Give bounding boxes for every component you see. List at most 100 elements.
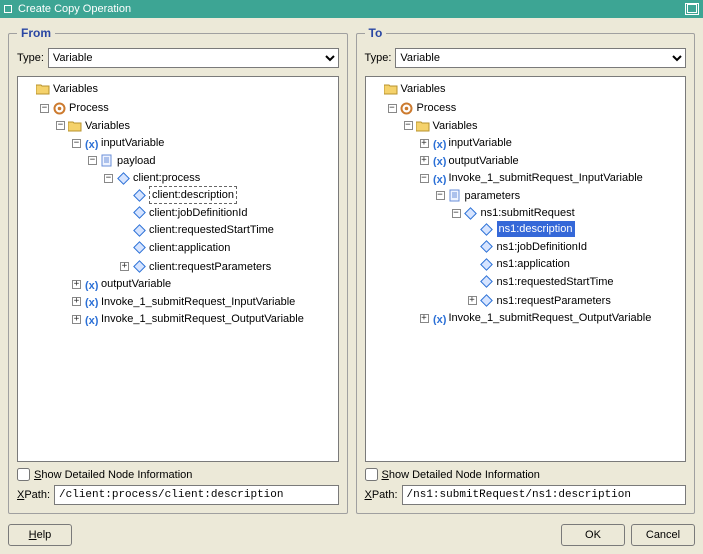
diamond-icon (132, 241, 146, 255)
page-icon (448, 189, 462, 203)
collapse-toggle[interactable]: − (388, 104, 397, 113)
expand-toggle[interactable]: + (120, 262, 129, 271)
expand-toggle[interactable]: + (72, 315, 81, 324)
expand-toggle[interactable]: + (420, 314, 429, 323)
diamond-icon (132, 223, 146, 237)
tree-label-selected[interactable]: client:description (149, 186, 237, 204)
tree-label[interactable]: Invoke_1_submitRequest_InputVariable (101, 294, 295, 310)
from-xpath-label: XPath: (17, 489, 50, 501)
diamond-icon (480, 240, 494, 254)
expand-toggle[interactable]: + (72, 297, 81, 306)
to-type-select[interactable]: Variable (395, 48, 686, 68)
tree-label[interactable]: Invoke_1_submitRequest_InputVariable (449, 170, 643, 186)
tree-label[interactable]: outputVariable (449, 153, 519, 169)
tree-label: Variables (85, 118, 130, 134)
collapse-toggle[interactable]: − (56, 121, 65, 130)
xvar-icon: (x) (84, 312, 98, 326)
tree-label[interactable]: client:requestParameters (149, 259, 271, 275)
collapse-toggle[interactable]: − (72, 139, 81, 148)
collapse-toggle[interactable]: − (404, 121, 413, 130)
collapse-toggle[interactable]: − (104, 174, 113, 183)
collapse-toggle[interactable]: − (40, 104, 49, 113)
from-legend: From (17, 26, 55, 40)
tree-label[interactable]: client:jobDefinitionId (149, 205, 247, 221)
diamond-icon (132, 206, 146, 220)
from-type-label: Type: (17, 52, 44, 64)
to-legend: To (365, 26, 387, 40)
to-xpath-label: XPath: (365, 489, 398, 501)
folder-icon (384, 82, 398, 96)
diamond-icon (480, 222, 494, 236)
collapse-toggle[interactable]: − (452, 209, 461, 218)
expand-toggle[interactable]: + (468, 296, 477, 305)
tree-label[interactable]: ns1:submitRequest (481, 205, 575, 221)
xvar-icon: (x) (84, 295, 98, 309)
tree-label[interactable]: ns1:requestedStartTime (497, 274, 614, 290)
to-show-detailed-label: Show Detailed Node Information (382, 469, 540, 481)
page-icon (100, 154, 114, 168)
svg-text:(x): (x) (433, 139, 446, 150)
tree-label: Process (417, 100, 457, 116)
diamond-icon (480, 257, 494, 271)
tree-label: Variables (53, 81, 98, 97)
tree-label[interactable]: ns1:jobDefinitionId (497, 239, 588, 255)
tree-label[interactable]: Invoke_1_submitRequest_OutputVariable (101, 311, 304, 327)
tree-label[interactable]: Invoke_1_submitRequest_OutputVariable (449, 310, 652, 326)
from-xpath-input[interactable] (54, 485, 338, 505)
xvar-icon: (x) (432, 311, 446, 325)
diamond-icon (480, 294, 494, 308)
to-show-detailed-checkbox[interactable] (365, 468, 378, 481)
collapse-toggle[interactable]: − (420, 174, 429, 183)
svg-text:(x): (x) (433, 156, 446, 167)
tree-label[interactable]: inputVariable (449, 135, 512, 151)
tree-label: Variables (433, 118, 478, 134)
tree-label[interactable]: client:requestedStartTime (149, 222, 274, 238)
expander-blank (24, 85, 33, 94)
diamond-icon (480, 275, 494, 289)
tree-label: Process (69, 100, 109, 116)
tree-label[interactable]: ns1:application (497, 256, 570, 272)
from-show-detailed-label: Show Detailed Node Information (34, 469, 192, 481)
expand-toggle[interactable]: + (420, 139, 429, 148)
xvar-icon: (x) (432, 171, 446, 185)
svg-text:(x): (x) (433, 174, 446, 185)
tree-label-selected[interactable]: ns1:description (497, 221, 575, 237)
tree-label: client:process (133, 170, 200, 186)
from-show-detailed-checkbox[interactable] (17, 468, 30, 481)
help-button[interactable]: Help (8, 524, 72, 546)
diamond-icon (464, 206, 478, 220)
svg-text:(x): (x) (433, 314, 446, 325)
svg-text:(x): (x) (85, 280, 98, 291)
tree-label[interactable]: outputVariable (101, 276, 171, 292)
xvar-icon: (x) (432, 136, 446, 150)
to-panel: To Type: Variable Variables (356, 26, 696, 514)
from-tree[interactable]: Variables − Process (17, 76, 339, 462)
folder-icon (36, 82, 50, 96)
diamond-icon (132, 188, 146, 202)
gear-icon (52, 101, 66, 115)
folder-icon (68, 119, 82, 133)
expand-toggle[interactable]: + (72, 280, 81, 289)
collapse-toggle[interactable]: − (436, 191, 445, 200)
maximize-icon[interactable] (685, 3, 699, 15)
from-type-select[interactable]: Variable (48, 48, 339, 68)
to-tree[interactable]: Variables − Process (365, 76, 687, 462)
cancel-button[interactable]: Cancel (631, 524, 695, 546)
xvar-icon: (x) (84, 136, 98, 150)
tree-label[interactable]: parameters (465, 188, 521, 204)
ok-button[interactable]: OK (561, 524, 625, 546)
tree-label[interactable]: client:application (149, 240, 230, 256)
tree-label: payload (117, 153, 156, 169)
expand-toggle[interactable]: + (420, 156, 429, 165)
svg-text:(x): (x) (85, 297, 98, 308)
tree-label: inputVariable (101, 135, 164, 151)
to-xpath-input[interactable] (402, 485, 686, 505)
svg-text:(x): (x) (85, 139, 98, 150)
gear-icon (400, 101, 414, 115)
tree-label[interactable]: ns1:requestParameters (497, 293, 611, 309)
to-type-label: Type: (365, 52, 392, 64)
diamond-icon (132, 260, 146, 274)
folder-icon (416, 119, 430, 133)
collapse-toggle[interactable]: − (88, 156, 97, 165)
diamond-icon (116, 171, 130, 185)
